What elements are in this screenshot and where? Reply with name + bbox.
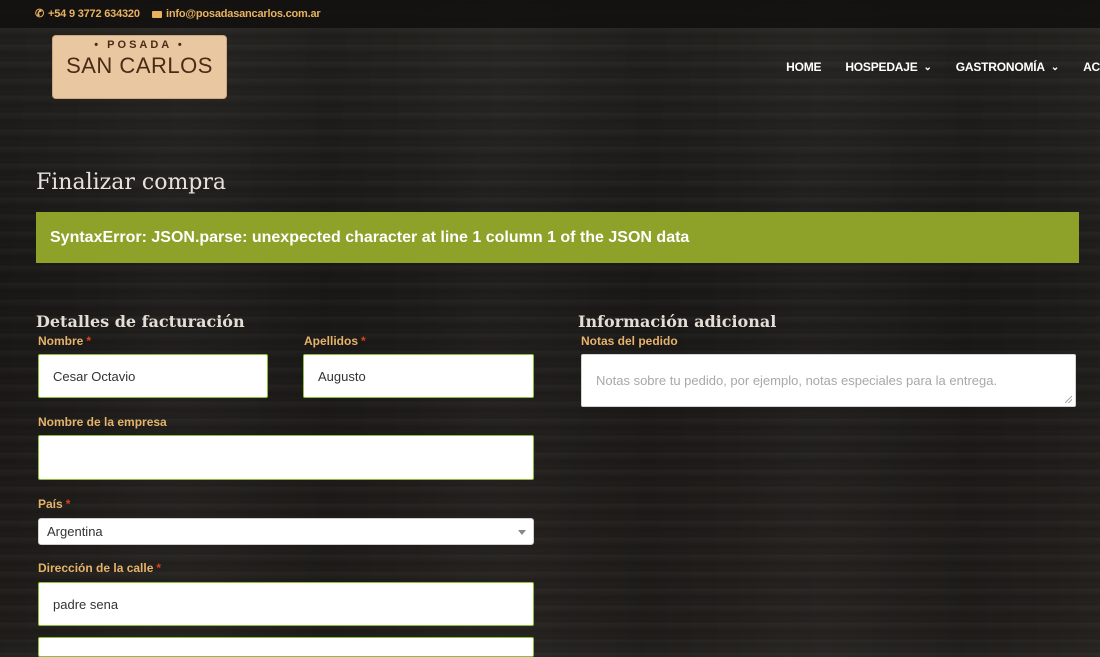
chevron-down-icon: ⌄ (1050, 61, 1060, 73)
country-select-value: Argentina (47, 524, 103, 539)
country-label: País * (38, 497, 71, 511)
nav-item-label: HOME (786, 60, 822, 74)
page-title: Finalizar compra (36, 169, 227, 195)
phone-icon: ✆ (35, 7, 45, 20)
nav-item-hospedaje[interactable]: HOSPEDAJE ⌄ (845, 60, 932, 74)
logo-line-san-carlos: SAN CARLOS (66, 53, 213, 78)
dropdown-arrow-icon (518, 530, 526, 535)
envelope-icon (152, 10, 162, 18)
nav-item-label: HOSPEDAJE (845, 60, 918, 74)
top-contact-bar: ✆ +54 9 3772 634320 info@posadasancarlos… (0, 0, 1100, 28)
logo-line-posada: • POSADA • (94, 39, 185, 51)
phone-link[interactable]: ✆ +54 9 3772 634320 (35, 8, 140, 20)
company-label: Nombre de la empresa (38, 415, 167, 429)
country-select[interactable]: Argentina (38, 518, 534, 545)
phone-number: +54 9 3772 634320 (48, 8, 140, 20)
nav-item-home[interactable]: HOME (786, 60, 821, 74)
error-notice: SyntaxError: JSON.parse: unexpected char… (36, 212, 1079, 263)
nav-item-label: AC (1083, 60, 1100, 74)
order-notes-label: Notas del pedido (581, 334, 678, 348)
last-name-label: Apellidos * (304, 334, 366, 348)
required-marker: * (156, 561, 162, 575)
first-name-field[interactable]: Cesar Octavio (38, 354, 268, 398)
street-label: Dirección de la calle * (38, 561, 162, 575)
email-link[interactable]: info@posadasancarlos.com.ar (152, 8, 321, 20)
nav-item-gastronomia[interactable]: GASTRONOMÍA ⌄ (955, 60, 1060, 74)
logo-line-guaviravi: • DEL GUAVIRAVÍ • (78, 86, 201, 96)
additional-info-title: Información adicional (578, 312, 777, 331)
first-name-label: Nombre * (38, 334, 92, 348)
order-notes-textarea[interactable]: Notas sobre tu pedido, por ejemplo, nota… (581, 354, 1076, 407)
billing-section-title: Detalles de facturación (36, 312, 245, 331)
resize-handle-icon[interactable] (1065, 396, 1072, 403)
street-field[interactable]: padre sena (38, 582, 534, 626)
email-address: info@posadasancarlos.com.ar (166, 8, 321, 20)
nav-item-label: GASTRONOMÍA (955, 60, 1045, 74)
nav-item-truncated[interactable]: AC (1083, 60, 1100, 74)
required-marker: * (86, 334, 92, 348)
street-line2-field[interactable] (38, 637, 534, 657)
required-marker: * (65, 497, 71, 511)
order-notes-placeholder: Notas sobre tu pedido, por ejemplo, nota… (596, 373, 998, 388)
required-marker: * (361, 334, 366, 348)
main-nav: HOME HOSPEDAJE ⌄ GASTRONOMÍA ⌄ AC (786, 60, 1100, 74)
last-name-field[interactable]: Augusto (303, 354, 534, 398)
chevron-down-icon: ⌄ (923, 61, 932, 73)
company-field[interactable] (38, 435, 534, 480)
